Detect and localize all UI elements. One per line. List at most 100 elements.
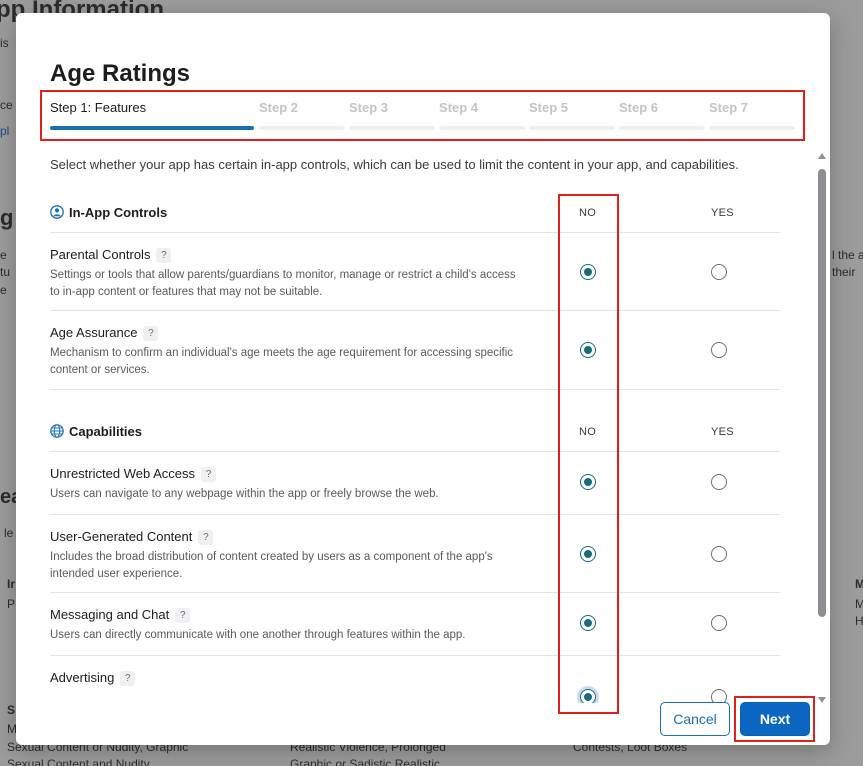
step-label: Step 6 xyxy=(619,100,659,115)
row-title: Advertising? xyxy=(50,670,136,686)
help-icon[interactable]: ? xyxy=(143,326,159,341)
advertising-yes-radio[interactable] xyxy=(711,689,727,703)
globe-icon xyxy=(50,424,64,438)
step-progress-bar xyxy=(439,126,525,130)
row-title: User-Generated Content? xyxy=(50,529,214,545)
web-access-yes-radio[interactable] xyxy=(711,474,727,490)
cancel-button[interactable]: Cancel xyxy=(660,702,730,736)
step-progress-bar xyxy=(619,126,705,130)
intro-text: Select whether your app has certain in-a… xyxy=(50,157,739,172)
bg-fragment: P xyxy=(7,597,16,611)
section-title: Capabilities xyxy=(69,424,142,439)
step-label: Step 5 xyxy=(529,100,569,115)
row-title-text: Age Assurance xyxy=(50,325,138,340)
messaging-chat-no-radio[interactable] xyxy=(580,615,596,631)
scrollbar[interactable] xyxy=(817,153,827,703)
step-progress-bar xyxy=(259,126,345,130)
bg-fragment: l the a xyxy=(832,248,863,262)
row-description: Users can directly communicate with one … xyxy=(50,629,466,641)
section-header-in-app-controls: In-App Controls NO YES xyxy=(50,193,780,233)
help-icon[interactable]: ? xyxy=(198,530,214,545)
row-description: Settings or tools that allow parents/gua… xyxy=(50,269,516,298)
messaging-chat-yes-radio[interactable] xyxy=(711,615,727,631)
step-3-tab[interactable]: Step 3 xyxy=(349,100,435,130)
row-messaging-and-chat: Messaging and Chat? Users can directly c… xyxy=(50,593,780,656)
parental-controls-no-radio[interactable] xyxy=(580,264,596,280)
row-title-text: Messaging and Chat xyxy=(50,607,170,622)
step-4-tab[interactable]: Step 4 xyxy=(439,100,525,130)
bg-fragment: Sexual Content and Nudity xyxy=(7,757,150,766)
step-5-tab[interactable]: Step 5 xyxy=(529,100,615,130)
row-title-text: Advertising xyxy=(50,670,115,685)
help-icon[interactable]: ? xyxy=(200,467,216,482)
step-label: Step 1: Features xyxy=(50,100,147,115)
step-label: Step 7 xyxy=(709,100,749,115)
step-indicator: Step 1: Features Step 2 Step 3 Step 4 St… xyxy=(50,100,796,130)
bg-fragment: S xyxy=(7,703,16,717)
step-label: Step 2 xyxy=(259,100,299,115)
scroll-thumb[interactable] xyxy=(818,169,826,617)
bg-fragment: Ir xyxy=(7,577,16,591)
row-parental-controls: Parental Controls? Settings or tools tha… xyxy=(50,233,780,311)
age-assurance-yes-radio[interactable] xyxy=(711,342,727,358)
column-header-yes: YES xyxy=(711,426,734,438)
bg-fragment: g xyxy=(0,205,14,230)
step-6-tab[interactable]: Step 6 xyxy=(619,100,705,130)
step-label: Step 4 xyxy=(439,100,479,115)
row-user-generated-content: User-Generated Content? Includes the bro… xyxy=(50,515,780,593)
bg-fragment: M xyxy=(855,597,863,611)
bg-fragment: e xyxy=(0,248,7,262)
bg-fragment: M xyxy=(855,577,863,591)
parental-controls-yes-radio[interactable] xyxy=(711,264,727,280)
user-generated-content-no-radio[interactable] xyxy=(580,546,596,562)
section-header-capabilities: Capabilities NO YES xyxy=(50,412,780,452)
step-label: Step 3 xyxy=(349,100,389,115)
bg-fragment: ce xyxy=(0,98,13,112)
bg-fragment: Graphic or Sadistic Realistic xyxy=(290,757,441,766)
scroll-up-arrow-icon[interactable] xyxy=(818,153,826,159)
step-progress-bar xyxy=(529,126,615,130)
scroll-down-arrow-icon[interactable] xyxy=(818,697,826,703)
row-title: Age Assurance? xyxy=(50,325,159,341)
bg-fragment: is xyxy=(0,36,9,50)
row-title-text: User-Generated Content xyxy=(50,529,193,544)
column-header-no: NO xyxy=(579,207,597,219)
row-age-assurance: Age Assurance? Mechanism to confirm an i… xyxy=(50,311,780,390)
help-icon[interactable]: ? xyxy=(156,248,172,263)
step-progress-bar xyxy=(349,126,435,130)
age-ratings-modal: Age Ratings Step 1: Features Step 2 Step… xyxy=(16,13,830,745)
bg-fragment: their xyxy=(832,265,856,279)
step-1-tab[interactable]: Step 1: Features xyxy=(50,100,254,130)
help-icon[interactable]: ? xyxy=(120,671,136,686)
user-generated-content-yes-radio[interactable] xyxy=(711,546,727,562)
person-circle-icon xyxy=(50,205,64,219)
row-advertising: Advertising? xyxy=(50,656,780,703)
row-title-text: Unrestricted Web Access xyxy=(50,466,195,481)
row-title: Parental Controls? xyxy=(50,247,172,263)
row-title: Messaging and Chat? xyxy=(50,607,191,623)
bg-fragment: le xyxy=(4,526,14,540)
modal-title: Age Ratings xyxy=(50,60,191,87)
next-button[interactable]: Next xyxy=(740,702,810,736)
advertising-no-radio[interactable] xyxy=(580,689,596,703)
bg-fragment: tu xyxy=(0,265,11,279)
step-2-tab[interactable]: Step 2 xyxy=(259,100,345,130)
row-title: Unrestricted Web Access? xyxy=(50,466,216,482)
bg-fragment: H xyxy=(855,614,863,628)
step-7-tab[interactable]: Step 7 xyxy=(709,100,795,130)
web-access-no-radio[interactable] xyxy=(580,474,596,490)
help-icon[interactable]: ? xyxy=(175,608,191,623)
row-unrestricted-web-access: Unrestricted Web Access? Users can navig… xyxy=(50,452,780,515)
step-progress-bar xyxy=(50,126,254,130)
section-title: In-App Controls xyxy=(69,205,168,220)
column-header-yes: YES xyxy=(711,207,734,219)
row-description: Includes the broad distribution of conte… xyxy=(50,551,493,580)
row-title-text: Parental Controls xyxy=(50,247,151,262)
bg-fragment: e xyxy=(0,283,7,297)
column-header-no: NO xyxy=(579,426,597,438)
row-description: Mechanism to confirm an individual's age… xyxy=(50,347,514,376)
bg-link-fragment: pl xyxy=(0,124,10,138)
row-description: Users can navigate to any webpage within… xyxy=(50,488,439,500)
modal-content: Select whether your app has certain in-a… xyxy=(16,143,816,703)
age-assurance-no-radio[interactable] xyxy=(580,342,596,358)
